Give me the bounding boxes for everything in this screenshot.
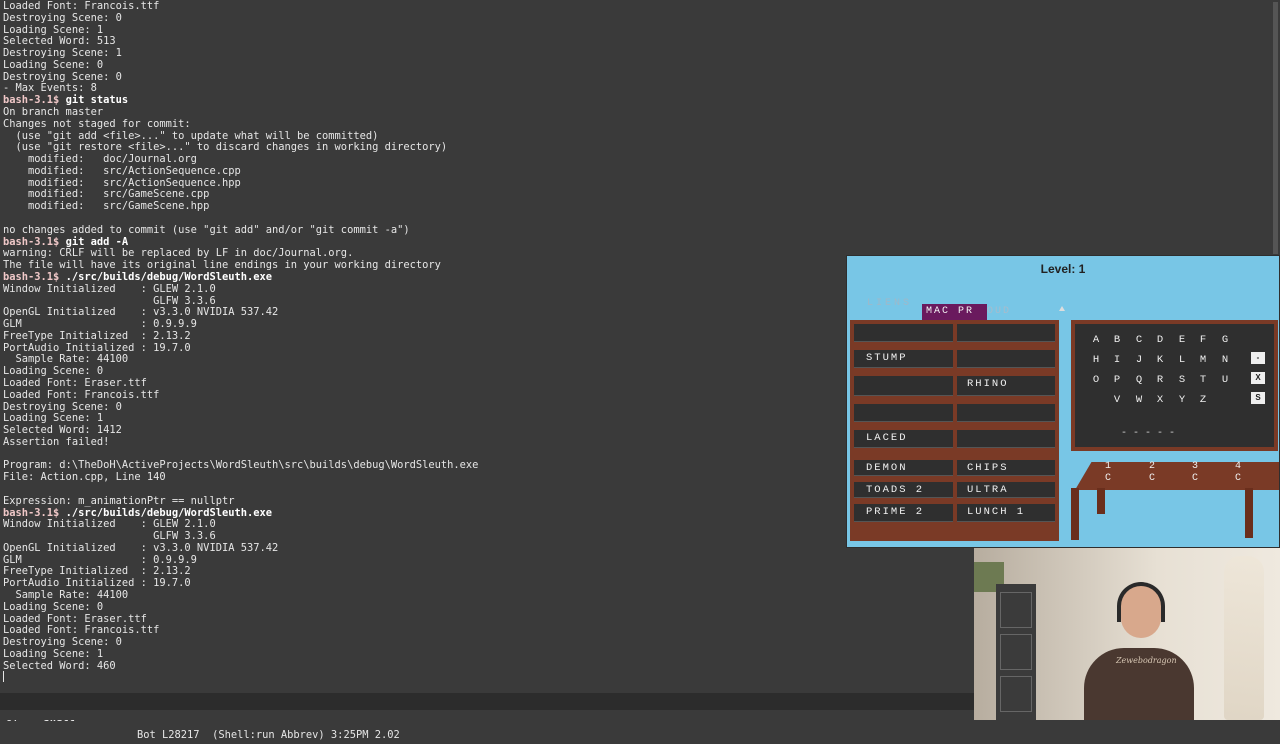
board-cell-left[interactable]: [854, 324, 953, 342]
shell-command: ./src/builds/debug/WordSleuth.exe: [65, 270, 273, 283]
filing-cabinet: [996, 584, 1036, 720]
letter-slots: - - - - -: [1121, 428, 1176, 439]
letter-key-x[interactable]: X: [1154, 394, 1166, 406]
cabinet-drawer: [1000, 634, 1032, 670]
desk-leg: [1071, 488, 1079, 540]
letter-key-n[interactable]: N: [1219, 354, 1231, 366]
word-sleuth-game-window[interactable]: Level: 1 LIENS MAC PR OUD STUMP LACED DEMO…: [846, 255, 1280, 548]
shell-command: git status: [65, 94, 129, 107]
word-board: STUMP LACED DEMON TOADS 2 PRIME 2 RHINO CHIPS U…: [850, 320, 1059, 541]
board-cell-left[interactable]: [854, 404, 953, 422]
terminal-line: Loading Scene: 0: [3, 600, 104, 613]
desk-slot-number[interactable]: 1: [1103, 461, 1113, 472]
mode-line-info: Bot L28217 (Shell:run Abbrev) 3:25PM 2.0…: [137, 729, 400, 741]
terminal-line: Changes not staged for commit:: [3, 117, 191, 130]
selected-word[interactable]: MAC PR: [922, 304, 987, 320]
letter-key-v[interactable]: V: [1111, 394, 1123, 406]
letter-key-l[interactable]: L: [1176, 354, 1188, 366]
board-cell-right[interactable]: [957, 404, 1055, 422]
board-cell-right[interactable]: RHINO: [957, 376, 1055, 396]
mouse-pointer-icon: [1059, 306, 1065, 311]
board-cell-right[interactable]: LUNCH 1: [957, 504, 1055, 522]
shell-command: git add -A: [65, 235, 129, 248]
letter-key-u[interactable]: U: [1219, 374, 1231, 386]
text-cursor: [3, 671, 4, 682]
letter-key-r[interactable]: R: [1154, 374, 1166, 386]
desk-slot-letter: C: [1234, 473, 1241, 484]
backspace-button[interactable]: -: [1251, 352, 1265, 364]
letter-keyboard: ABCDEFGHIJKLMNOPQRSTUVWXYZ-XS- - - - -: [1071, 320, 1278, 451]
board-cell-left[interactable]: TOADS 2: [854, 482, 953, 498]
shell-prompt: bash-3.1$: [3, 94, 66, 107]
terminal-line: Selected Word: 460: [3, 659, 116, 672]
terminal-line: modified: src/GameScene.hpp: [3, 200, 210, 213]
board-cell-left[interactable]: STUMP: [854, 350, 953, 368]
letter-key-f[interactable]: F: [1197, 334, 1209, 346]
letter-key-z[interactable]: Z: [1197, 394, 1209, 406]
letter-key-o[interactable]: O: [1090, 374, 1102, 386]
headset-icon: [1117, 582, 1165, 622]
board-cell-left[interactable]: DEMON: [854, 460, 953, 476]
terminal-line: Loaded Font: Francois.ttf: [3, 388, 160, 401]
letter-key-d[interactable]: D: [1154, 334, 1166, 346]
letter-key-e[interactable]: E: [1176, 334, 1188, 346]
clear-button[interactable]: X: [1251, 372, 1265, 384]
letter-key-h[interactable]: H: [1090, 354, 1102, 366]
desk-slot-letter: C: [1148, 473, 1155, 484]
ghost-word: LIENS: [867, 298, 913, 309]
letter-key-i[interactable]: I: [1111, 354, 1123, 366]
skeleton-model: [1224, 556, 1264, 720]
submit-button[interactable]: S: [1251, 392, 1265, 404]
letter-key-q[interactable]: Q: [1133, 374, 1145, 386]
shirt-text: Zewebodragon: [1116, 656, 1177, 665]
shell-prompt: bash-3.1$: [3, 235, 66, 248]
terminal-line: Window Initialized : GLEW 2.1.0: [3, 282, 216, 295]
letter-key-t[interactable]: T: [1197, 374, 1209, 386]
scrollbar-thumb[interactable]: [1273, 2, 1278, 254]
desk-leg: [1097, 488, 1105, 514]
shell-command: ./src/builds/debug/WordSleuth.exe: [65, 506, 273, 519]
letter-key-g[interactable]: G: [1219, 334, 1231, 346]
cabinet-drawer: [1000, 592, 1032, 628]
terminal-line: Assertion failed!: [3, 435, 110, 448]
letter-key-k[interactable]: K: [1154, 354, 1166, 366]
shell-prompt: bash-3.1$: [3, 270, 66, 283]
letter-key-s[interactable]: S: [1176, 374, 1188, 386]
desk-slot-letter: C: [1191, 473, 1198, 484]
desk-slot-number[interactable]: 3: [1190, 461, 1200, 472]
webcam-overlay: Zewebodragon: [974, 548, 1280, 720]
desk-leg: [1245, 488, 1253, 538]
desk-slot-letter: C: [1104, 473, 1111, 484]
letter-key-p[interactable]: P: [1111, 374, 1123, 386]
board-cell-right[interactable]: [957, 324, 1055, 342]
board-cell-right[interactable]: ULTRA: [957, 482, 1055, 498]
shell-prompt: bash-3.1$: [3, 506, 66, 519]
desk-slot-number[interactable]: 4: [1233, 461, 1243, 472]
board-cell-right[interactable]: [957, 430, 1055, 448]
terminal-line: Destroying Scene: 0: [3, 11, 122, 24]
letter-key-w[interactable]: W: [1133, 394, 1145, 406]
desk-slot-number[interactable]: 2: [1147, 461, 1157, 472]
terminal-line: File: Action.cpp, Line 140: [3, 471, 166, 484]
board-cell-right[interactable]: CHIPS: [957, 460, 1055, 476]
letter-key-a[interactable]: A: [1090, 334, 1102, 346]
letter-key-b[interactable]: B: [1111, 334, 1123, 346]
cabinet-drawer: [1000, 676, 1032, 712]
letter-key-j[interactable]: J: [1133, 354, 1145, 366]
board-cell-right[interactable]: [957, 350, 1055, 368]
board-cell-left[interactable]: PRIME 2: [854, 504, 953, 522]
letter-key-y[interactable]: Y: [1176, 394, 1188, 406]
level-label: Level: 1: [1040, 262, 1086, 276]
letter-key-c[interactable]: C: [1133, 334, 1145, 346]
selected-word-ghost: OUD: [987, 306, 1012, 317]
letter-key-m[interactable]: M: [1197, 354, 1209, 366]
keyboard-pad: ABCDEFGHIJKLMNOPQRSTUVWXYZ-XS- - - - -: [1075, 324, 1274, 447]
board-cell-left[interactable]: LACED: [854, 430, 953, 448]
board-cell-left[interactable]: [854, 376, 953, 396]
